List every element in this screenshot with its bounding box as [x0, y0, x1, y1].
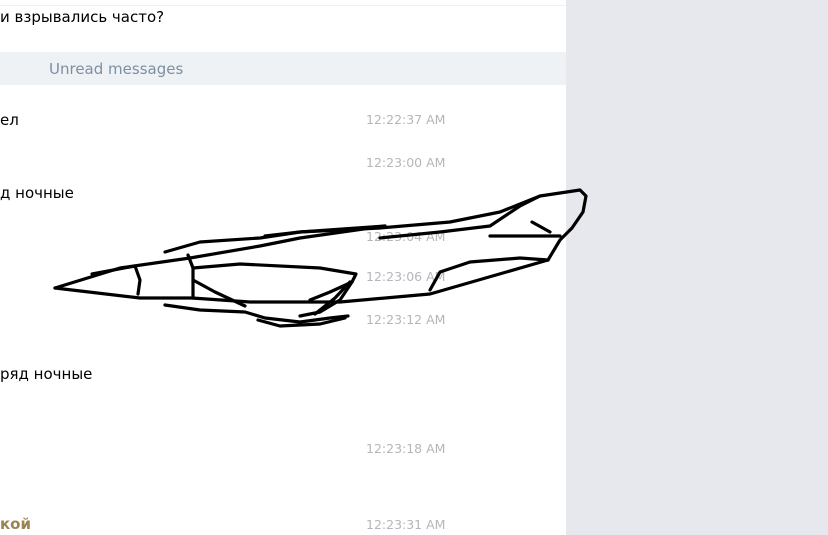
message-timestamp: 12:23:12 AM	[366, 312, 446, 327]
message-timestamp: 12:23:18 AM	[366, 441, 446, 456]
chat-history-pane[interactable]: и взрывались часто? Unread messages ел 1…	[0, 0, 566, 535]
message-timestamp: 12:23:06 AM	[366, 269, 446, 284]
message-text: д ночные	[0, 184, 74, 202]
message-timestamp: 12:23:04 AM	[366, 229, 446, 244]
unread-messages-bar: Unread messages	[0, 52, 566, 85]
unread-messages-label: Unread messages	[49, 60, 184, 78]
message-text: ряд ночные	[0, 365, 93, 383]
message-text: ел	[0, 111, 19, 129]
message-timestamp: 12:23:00 AM	[366, 155, 446, 170]
divider	[0, 5, 566, 6]
side-panel	[566, 0, 828, 535]
message-timestamp: 12:22:37 AM	[366, 112, 446, 127]
message-timestamp: 12:23:31 AM	[366, 517, 446, 532]
sender-name[interactable]: кой	[0, 515, 31, 533]
message-text: и взрывались часто?	[0, 8, 165, 26]
